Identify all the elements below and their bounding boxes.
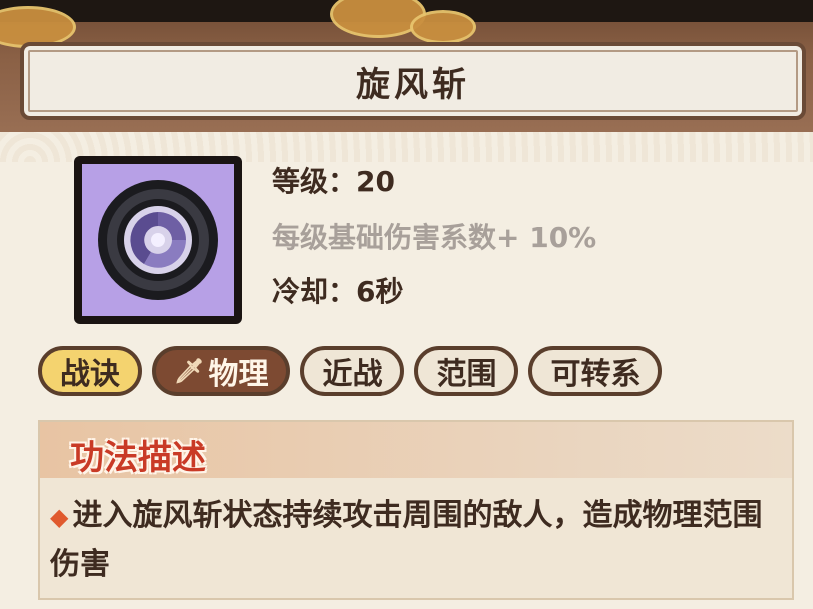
tag-label: 范围 [436,357,497,392]
sword-icon: 🗡 [174,357,205,385]
skill-level: 等级：20 [272,165,395,198]
damage-bonus: 每级基础伤害系数+ 10% [272,221,597,254]
description-title: 功法描述 [70,438,206,478]
skill-tags: 战诀 🗡 物理 近战 范围 可转系 [38,346,663,396]
tag-convertible[interactable]: 可转系 [528,346,663,396]
title-plate: 旋风斩 [20,42,806,120]
description-text-block: ◆ 进入旋风斩状态持续攻击周围的敌人，造成物理范围伤害 [50,492,785,589]
whirlwind-slash-icon [82,164,234,316]
skill-cooldown: 冷却：6秒 [272,275,404,308]
skill-icon-frame[interactable] [74,156,242,324]
tag-area[interactable]: 范围 [414,346,519,396]
tag-physical[interactable]: 🗡 物理 [152,346,291,396]
skill-name: 旋风斩 [356,64,470,105]
tag-label: 近战 [322,357,383,392]
description-text: 进入旋风斩状态持续攻击周围的敌人，造成物理范围伤害 [50,498,763,582]
tag-label: 物理 [208,357,269,392]
description-box: 功法描述 ◆ 进入旋风斩状态持续攻击周围的敌人，造成物理范围伤害 [38,420,794,600]
tag-label: 可转系 [550,357,641,392]
cloud-ornament-right [410,10,476,44]
description-header: 功法描述 [40,422,792,478]
tag-label: 战诀 [60,357,120,392]
tag-battle-art[interactable]: 战诀 [38,346,142,396]
tag-melee[interactable]: 近战 [300,346,405,396]
diamond-bullet-icon: ◆ [50,503,69,531]
